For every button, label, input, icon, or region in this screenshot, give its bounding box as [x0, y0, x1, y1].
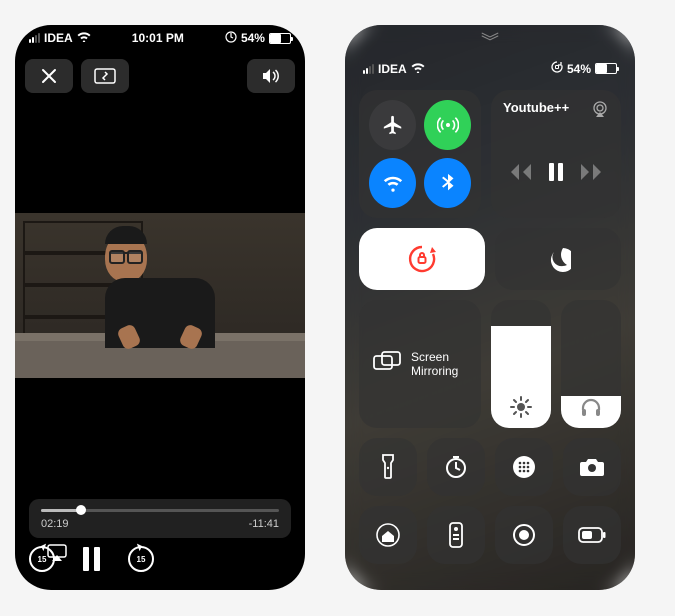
- rewind-button[interactable]: [503, 164, 527, 180]
- carrier-label: IDEA: [44, 31, 73, 45]
- rotation-lock-indicator-icon: [551, 61, 563, 76]
- screen-mirroring-label: Screen Mirroring: [411, 350, 467, 379]
- elapsed-time: 02:19: [41, 518, 69, 530]
- skip-forward-15-button[interactable]: 15: [128, 546, 154, 572]
- screen-record-button[interactable]: [495, 506, 553, 564]
- screen-mirroring-icon: [373, 351, 401, 376]
- connectivity-tile: [359, 90, 481, 218]
- remaining-time: -11:41: [249, 518, 279, 530]
- fast-forward-button[interactable]: [585, 164, 609, 180]
- battery-icon: [595, 63, 617, 74]
- player-bottom-controls: 02:19 -11:41 15 15: [15, 489, 305, 590]
- signal-icon: [363, 64, 374, 74]
- video-player-screen: IDEA 10:01 PM 54%: [15, 25, 305, 590]
- camera-button[interactable]: [563, 438, 621, 496]
- wifi-toggle[interactable]: [369, 158, 416, 208]
- airplane-mode-toggle[interactable]: [369, 100, 416, 150]
- status-bar: IDEA 54%: [359, 55, 621, 90]
- do-not-disturb-toggle[interactable]: [495, 228, 621, 290]
- seek-bar[interactable]: [41, 509, 279, 512]
- status-bar: IDEA 10:01 PM 54%: [15, 25, 305, 51]
- clock: 10:01 PM: [132, 31, 184, 45]
- wifi-icon: [77, 31, 91, 45]
- player-top-controls: [15, 51, 305, 101]
- headphones-icon: [561, 396, 621, 418]
- cellular-data-toggle[interactable]: [424, 100, 471, 150]
- collapse-chevron-icon[interactable]: ︾: [359, 37, 621, 55]
- close-button[interactable]: [25, 59, 73, 93]
- now-playing-title: Youtube++: [503, 100, 569, 115]
- timer-button[interactable]: [427, 438, 485, 496]
- bluetooth-toggle[interactable]: [424, 158, 471, 208]
- volume-button[interactable]: [247, 59, 295, 93]
- carrier-label: IDEA: [378, 62, 407, 76]
- skip-back-15-button[interactable]: 15: [29, 546, 55, 572]
- pause-button[interactable]: [83, 547, 100, 571]
- volume-slider[interactable]: [561, 300, 621, 428]
- orientation-lock-toggle[interactable]: [359, 228, 485, 290]
- wifi-icon: [411, 62, 425, 76]
- seek-bar-container: 02:19 -11:41: [29, 499, 291, 538]
- battery-pct: 54%: [567, 62, 591, 76]
- remote-button[interactable]: [427, 506, 485, 564]
- video-frame[interactable]: [15, 101, 305, 489]
- brightness-icon: [491, 396, 551, 418]
- calculator-button[interactable]: [495, 438, 553, 496]
- battery-pct: 54%: [241, 31, 265, 45]
- control-center-screen: ︾ IDEA 54%: [345, 25, 635, 590]
- now-playing-tile[interactable]: Youtube++: [491, 90, 621, 218]
- brightness-slider[interactable]: [491, 300, 551, 428]
- low-power-mode-button[interactable]: [563, 506, 621, 564]
- airplay-audio-icon[interactable]: [591, 100, 609, 123]
- home-button[interactable]: [359, 506, 417, 564]
- pause-button[interactable]: [549, 163, 563, 181]
- aspect-toggle-button[interactable]: [81, 59, 129, 93]
- screen-mirroring-button[interactable]: Screen Mirroring: [359, 300, 481, 428]
- flashlight-button[interactable]: [359, 438, 417, 496]
- video-thumbnail: [15, 213, 305, 378]
- battery-icon: [269, 33, 291, 44]
- signal-icon: [29, 33, 40, 43]
- rotation-indicator-icon: [225, 31, 237, 46]
